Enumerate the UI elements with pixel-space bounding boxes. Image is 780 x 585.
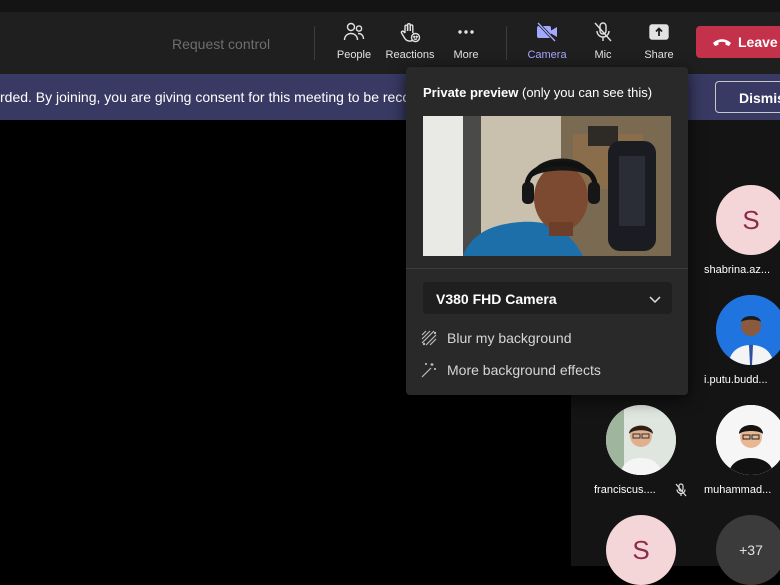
magic-wand-icon	[420, 361, 438, 379]
participant-name: muhammad...	[704, 484, 772, 496]
preview-title-bold: Private preview	[423, 85, 519, 100]
avatar	[716, 295, 780, 365]
camera-preview-popup: Private preview (only you can see this) …	[406, 67, 688, 395]
meeting-toolbar: Request control People Reactions More Ca…	[0, 12, 780, 74]
mic-label: Mic	[594, 49, 612, 61]
camera-device-select[interactable]: V380 FHD Camera	[423, 282, 672, 314]
participant-name: franciscus....	[594, 484, 656, 496]
more-effects-option[interactable]: More background effects	[420, 361, 601, 379]
camera-off-icon	[519, 20, 575, 44]
camera-preview-video	[423, 116, 671, 256]
reactions-button[interactable]: Reactions	[382, 20, 438, 61]
preview-title-note: (only you can see this)	[518, 85, 653, 100]
overflow-count: +37	[716, 515, 780, 585]
people-label: People	[336, 49, 372, 61]
muted-mic-icon	[675, 483, 687, 497]
camera-button[interactable]: Camera	[519, 20, 575, 61]
reactions-label: Reactions	[385, 49, 435, 61]
request-control-button[interactable]: Request control	[172, 36, 270, 52]
mic-off-icon	[575, 20, 631, 44]
avatar	[606, 405, 676, 475]
leave-label: Leave	[738, 34, 778, 50]
people-icon	[326, 20, 382, 44]
preview-title: Private preview (only you can see this)	[423, 85, 652, 100]
blur-label: Blur my background	[447, 330, 572, 346]
participant-name: shabrina.az...	[704, 264, 771, 276]
share-label: Share	[644, 49, 674, 61]
reactions-icon	[382, 20, 438, 44]
leave-button[interactable]: Leave	[696, 26, 780, 58]
toolbar-divider	[314, 26, 315, 60]
camera-label: Camera	[527, 49, 567, 61]
popup-divider	[406, 268, 688, 269]
share-button[interactable]: Share	[631, 20, 687, 61]
avatar	[716, 405, 780, 475]
participant-name: i.putu.budd...	[704, 374, 768, 386]
people-button[interactable]: People	[326, 20, 382, 61]
avatar: S	[606, 515, 676, 585]
mic-button[interactable]: Mic	[575, 20, 631, 61]
banner-text: rded. By joining, you are giving consent…	[0, 89, 406, 105]
camera-device-value: V380 FHD Camera	[436, 291, 557, 307]
hang-up-icon	[713, 39, 731, 46]
avatar: S	[716, 185, 780, 255]
blur-icon	[420, 329, 438, 347]
title-bar-strip	[0, 0, 780, 12]
toolbar-divider	[506, 26, 507, 60]
more-label: More	[453, 49, 479, 61]
more-effects-label: More background effects	[447, 362, 601, 378]
more-button[interactable]: More	[438, 20, 494, 61]
share-icon	[631, 20, 687, 44]
more-icon	[438, 20, 494, 44]
blur-background-option[interactable]: Blur my background	[420, 329, 572, 347]
chevron-down-icon	[649, 296, 661, 304]
dismiss-button[interactable]: Dismiss	[715, 81, 780, 113]
